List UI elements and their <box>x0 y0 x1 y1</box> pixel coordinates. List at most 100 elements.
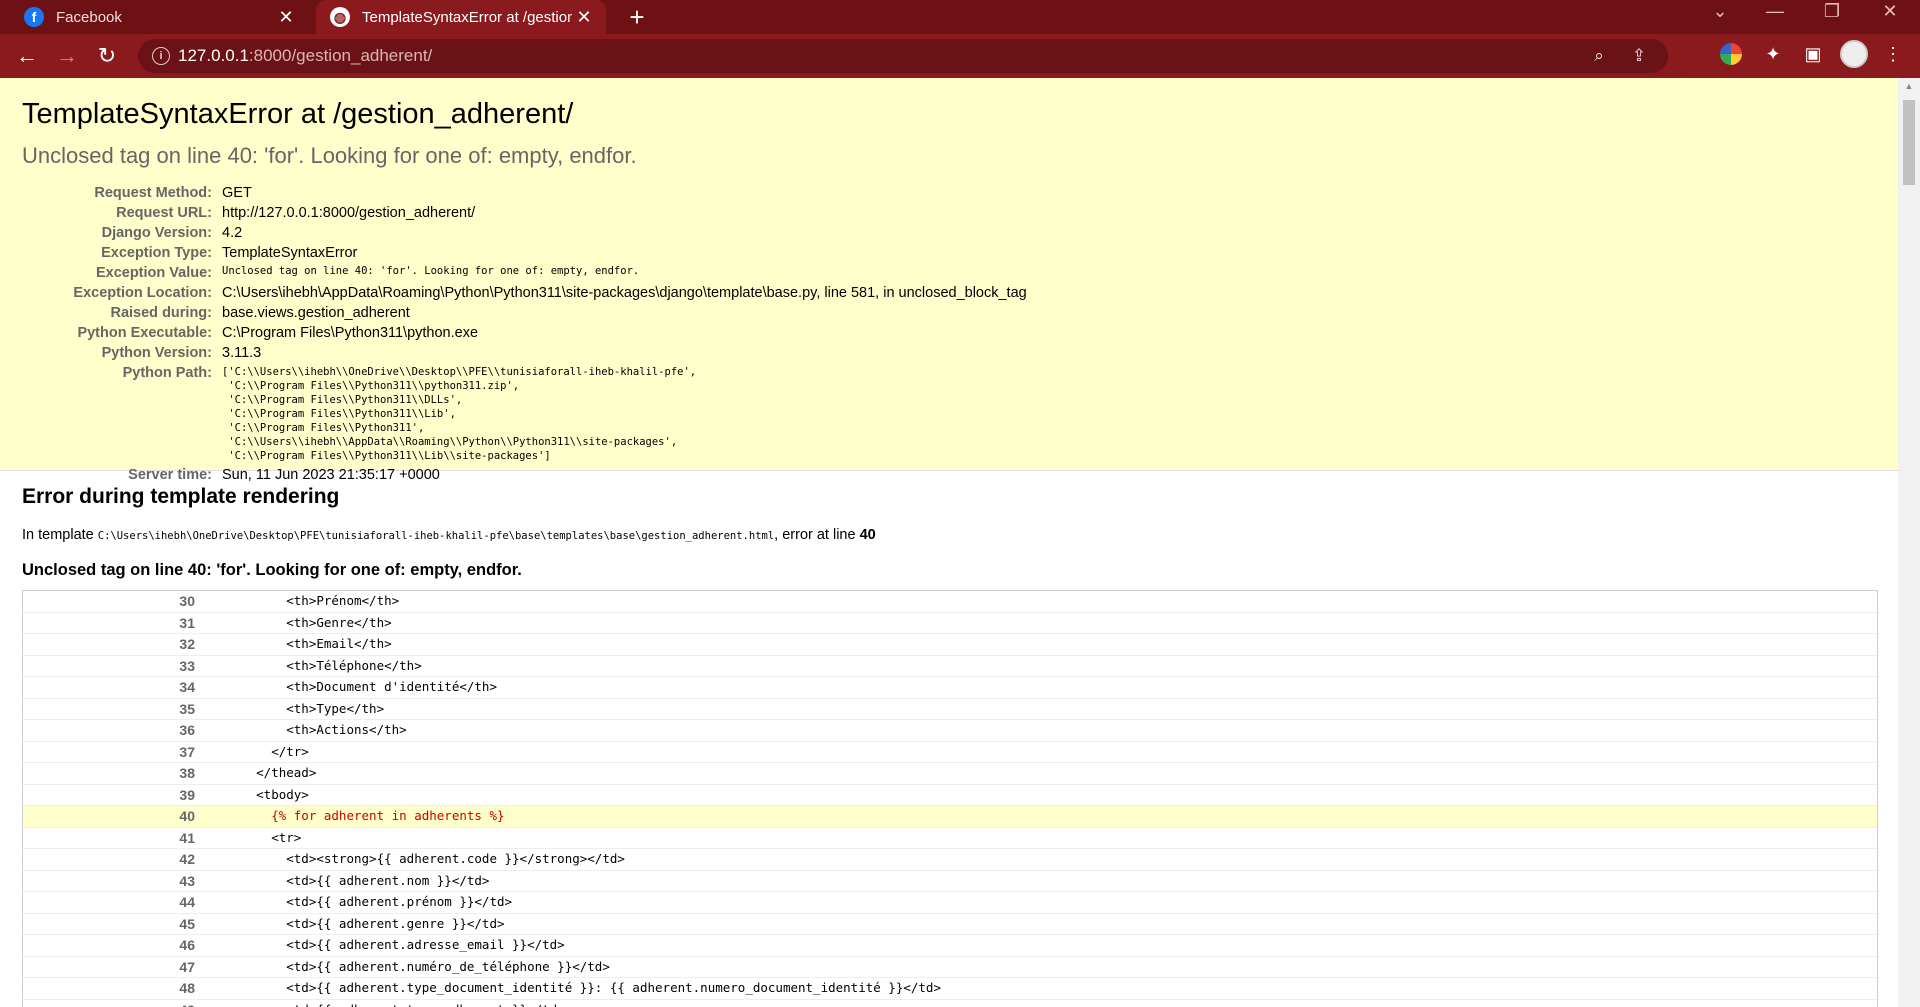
meta-row: Python Version: 3.11.3 <box>22 343 1027 363</box>
source-line: 48 <td>{{ adherent.type_document_identit… <box>23 978 1877 1000</box>
tab-template-error[interactable]: ◍ TemplateSyntaxError at /gestion_ ✕ <box>316 0 606 34</box>
page-content: TemplateSyntaxError at /gestion_adherent… <box>0 78 1898 1007</box>
meta-row: Raised during: base.views.gestion_adheren… <box>22 303 1027 323</box>
line-code: <td>{{ adherent.numéro_de_téléphone }}</… <box>211 958 610 974</box>
line-number: 35 <box>179 700 195 717</box>
zoom-icon[interactable]: ⌕ <box>1588 45 1610 67</box>
back-button[interactable]: ← <box>12 41 42 71</box>
scrollbar[interactable]: ▲ <box>1898 78 1920 1007</box>
source-line: 34 <th>Document d'identité</th> <box>23 677 1877 699</box>
facebook-icon: f <box>24 7 44 27</box>
line-number: 46 <box>179 937 195 953</box>
template-error-section: Error during template rendering In templ… <box>0 485 1898 1007</box>
menu-kebab-icon[interactable]: ⋮ <box>1880 41 1906 67</box>
meta-label: Exception Location: <box>73 285 212 301</box>
line-number: 42 <box>179 851 195 867</box>
globe-icon: ◍ <box>330 7 350 27</box>
line-code: <td>{{ adherent.type_document_identité }… <box>211 980 941 995</box>
meta-row: Exception Location: C:\Users\ihebh\AppDat… <box>22 283 1026 303</box>
python-path-value: ['C:\\Users\\ihebh\\OneDrive\\Desktop\\P… <box>222 363 1027 465</box>
meta-row: Django Version: 4.2 <box>22 223 1027 243</box>
url-text[interactable]: 127.0.0.1:8000/gestion_adherent/ <box>178 46 432 66</box>
line-number: 48 <box>179 980 195 996</box>
python-path-entry: 'C:\\Program Files\\Python311\\python311… <box>222 380 520 392</box>
source-line: 42 <td><strong>{{ adherent.code }}</stro… <box>23 849 1877 871</box>
share-icon[interactable]: ⇪ <box>1628 45 1650 67</box>
line-code: <tr> <box>211 829 302 845</box>
extensions-puzzle-icon[interactable]: ✦ <box>1760 41 1786 67</box>
line-code: <th>Téléphone</th> <box>211 657 422 673</box>
forward-button[interactable]: → <box>52 41 82 71</box>
python-path-entry: 'C:\\Program Files\\Python311\\Lib', <box>222 408 456 420</box>
meta-label: Request Method: <box>94 185 212 201</box>
line-code: <th>Document d'identité</th> <box>211 679 497 694</box>
source-line: 41 <tr> <box>23 828 1877 849</box>
meta-row: Request URL: http://127.0.0.1:8000/gestio… <box>22 203 1027 223</box>
template-intro: In template C:\Users\ihebh\OneDrive\Desk… <box>22 527 1876 543</box>
line-number: 37 <box>179 743 195 760</box>
python-path-entry: 'C:\\Program Files\\Python311', <box>222 422 425 434</box>
template-path: C:\Users\ihebh\OneDrive\Desktop\PFE\tuni… <box>97 530 775 542</box>
source-line: 36 <th>Actions</th> <box>23 720 1877 742</box>
meta-label: Python Executable: <box>77 325 212 341</box>
line-code: <th>Type</th> <box>211 700 385 716</box>
line-number: 40 <box>179 808 195 824</box>
meta-row: Python Executable: C:\Program Files\Pytho… <box>22 323 1027 343</box>
line-code: <td>{{ adherent.type_adherent }}</td> <box>203 1000 564 1007</box>
info-icon[interactable]: i <box>152 47 170 65</box>
extension-icon[interactable] <box>1720 43 1742 65</box>
close-icon[interactable]: ✕ <box>572 7 596 28</box>
meta-value: Sun, 11 Jun 2023 21:35:17 +0000 <box>222 467 440 483</box>
source-line: 47 <td>{{ adherent.numéro_de_téléphone }… <box>23 957 1877 978</box>
close-icon[interactable]: ✕ <box>274 7 298 28</box>
error-summary: TemplateSyntaxError at /gestion_adherent… <box>0 78 1898 483</box>
meta-row: Python Path: ['C:\\Users\\ihebh\\OneDriv… <box>22 363 1027 465</box>
tab-title: Facebook <box>56 8 122 26</box>
line-code: <th>Email</th> <box>211 636 392 651</box>
source-line: 45 <td>{{ adherent.genre }}</td> <box>23 914 1877 935</box>
line-number: 30 <box>179 593 195 609</box>
source-line: 37 </tr> <box>23 742 1877 763</box>
meta-label: Request URL: <box>116 205 212 221</box>
line-number: 33 <box>179 657 195 674</box>
meta-value: GET <box>222 185 252 201</box>
address-bar[interactable]: i 127.0.0.1:8000/gestion_adherent/ ⌕ ⇪ <box>138 39 1668 73</box>
chevron-down-icon[interactable]: ⌄ <box>1700 0 1740 30</box>
meta-value: TemplateSyntaxError <box>222 245 358 261</box>
source-line: 38 </thead> <box>23 763 1877 785</box>
side-panel-icon[interactable]: ▣ <box>1800 41 1826 67</box>
source-line: 30 <th>Prénom</th> <box>23 591 1877 613</box>
source-line: 35 <th>Type</th> <box>23 699 1877 720</box>
line-number: 38 <box>179 765 195 781</box>
error-line-number: 40 <box>859 527 876 543</box>
tab-strip: f Facebook ✕ ◍ TemplateSyntaxError at /g… <box>0 0 1920 34</box>
browser-toolbar: ← → ↻ i 127.0.0.1:8000/gestion_adherent/… <box>0 34 1920 94</box>
source-line-error: 40 {% for adherent in adherents %} <box>23 806 1877 828</box>
minimize-button[interactable]: — <box>1755 0 1795 30</box>
meta-value: 4.2 <box>222 225 243 241</box>
intro-prefix: In template <box>22 527 98 543</box>
line-code: <th>Prénom</th> <box>211 593 400 608</box>
source-line: 46 <td>{{ adherent.adresse_email }}</td> <box>23 935 1877 957</box>
line-number: 32 <box>179 636 195 652</box>
avatar[interactable] <box>1840 40 1868 68</box>
meta-label: Raised during: <box>110 305 212 321</box>
meta-label: Exception Type: <box>101 245 212 261</box>
line-code: <td><strong>{{ adherent.code }}</strong>… <box>211 851 625 866</box>
window-close-button[interactable]: ✕ <box>1870 0 1910 30</box>
python-path-entry: 'C:\\Program Files\\Python311\\Lib\\site… <box>222 450 551 462</box>
line-number: 47 <box>179 958 195 975</box>
meta-value: C:\Program Files\Python311\python.exe <box>222 325 479 341</box>
line-number: 34 <box>179 679 195 695</box>
new-tab-button[interactable]: + <box>622 2 652 33</box>
restore-button[interactable]: ❐ <box>1812 0 1852 30</box>
python-path-entry: 'C:\\Program Files\\Python311\\DLLs', <box>222 394 463 406</box>
reload-button[interactable]: ↻ <box>92 41 122 71</box>
line-number: 45 <box>179 915 195 932</box>
tab-facebook[interactable]: f Facebook ✕ <box>10 0 308 34</box>
scrollbar-thumb[interactable] <box>1903 100 1915 185</box>
intro-suffix: , error at line <box>774 527 860 543</box>
meta-row: Exception Value: Unclosed tag on line 40:… <box>22 263 1027 283</box>
source-listing: 30 <th>Prénom</th> 31 <th>Genre</th> 32 <t… <box>22 590 1878 1007</box>
scroll-up-arrow[interactable]: ▲ <box>1898 78 1920 94</box>
